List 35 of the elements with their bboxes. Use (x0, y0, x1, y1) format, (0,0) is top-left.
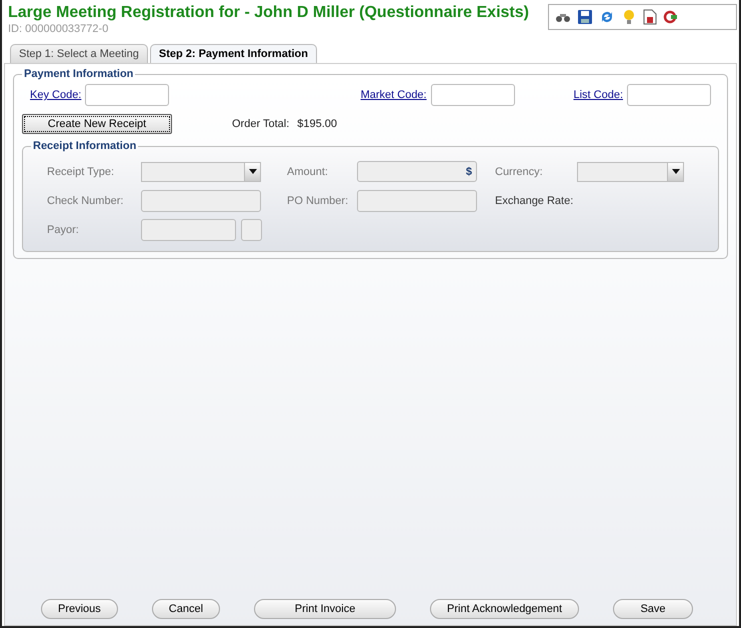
section-title: Receipt Information (32, 140, 138, 152)
action-button[interactable]: Print Invoice (254, 599, 396, 619)
lightbulb-icon[interactable] (621, 9, 637, 25)
action-button[interactable]: Cancel (152, 599, 220, 619)
field-label: Currency: (495, 166, 544, 178)
field-label: Receipt Type: (47, 166, 116, 178)
caret-icon (672, 169, 680, 174)
input-field[interactable] (430, 84, 515, 106)
field-label: Payor: (47, 224, 80, 236)
tab[interactable]: Step 1: Select a Meeting (10, 44, 148, 63)
input-field[interactable] (627, 84, 711, 106)
field-label: PO Number: (287, 194, 350, 206)
field-label: Amount: (287, 166, 329, 178)
record-id: ID: 000000033772-0 (8, 23, 110, 35)
caret-icon (248, 169, 256, 174)
code-link[interactable]: Market Code: (360, 89, 427, 101)
section-title: Payment Information (23, 68, 134, 80)
code-link[interactable]: Key Code: (30, 89, 82, 101)
code-link[interactable]: List Code: (573, 89, 623, 101)
input-field[interactable] (85, 84, 170, 106)
order-total-label: Order Total: (232, 118, 290, 130)
exit-icon[interactable] (663, 9, 679, 25)
tab[interactable]: Step 2: Payment Information (150, 44, 317, 63)
action-button[interactable]: Save (613, 599, 693, 619)
field-label: Exchange Rate: (495, 194, 574, 206)
action-button[interactable]: Previous (41, 599, 118, 619)
field-label: Check Number: (47, 194, 124, 206)
page-title: Large Meeting Registration for - John D Miller (Questionnaire Exists) (8, 4, 529, 22)
create-receipt-button[interactable]: Create New Receipt (22, 114, 172, 134)
document-icon[interactable] (643, 9, 657, 25)
order-total-value: $195.00 (297, 118, 338, 130)
currency-symbol: $ (466, 166, 472, 178)
action-button[interactable]: Print Acknowledgement (430, 599, 579, 619)
refresh-icon[interactable] (599, 9, 615, 25)
save-icon[interactable] (577, 9, 593, 25)
